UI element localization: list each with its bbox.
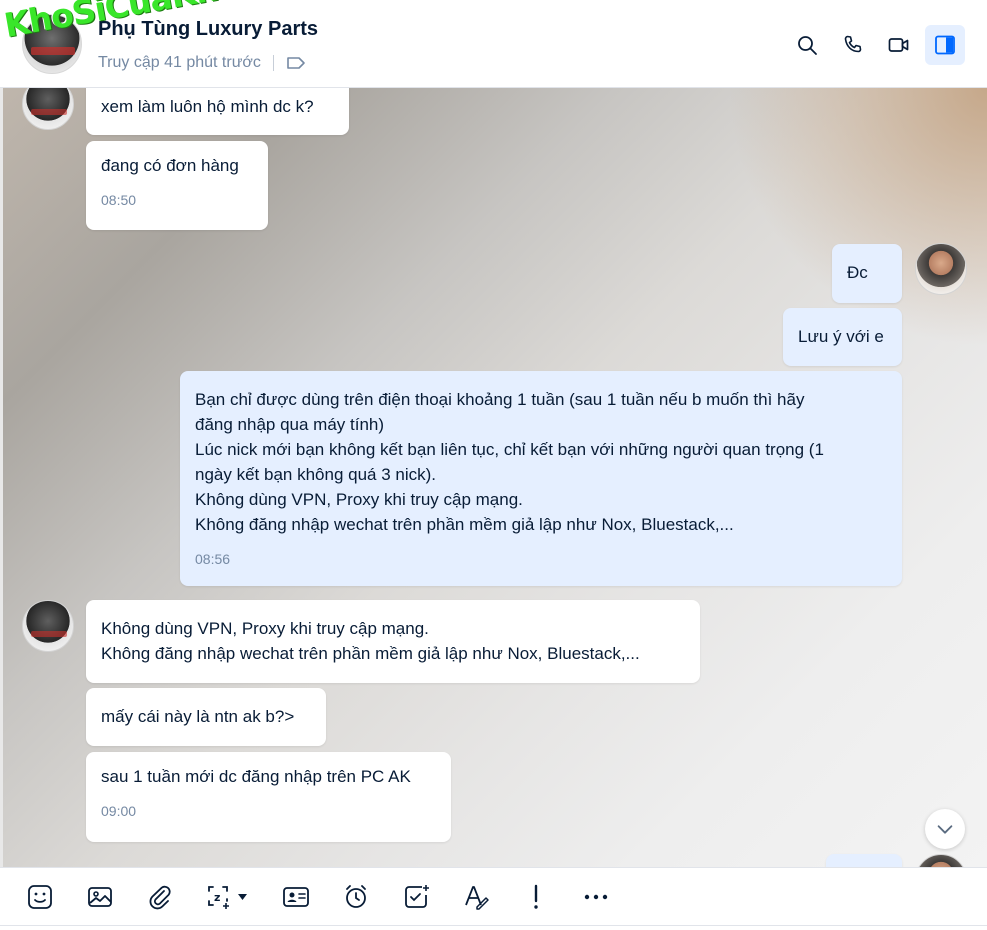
attachment-icon xyxy=(149,885,171,909)
message-bubble[interactable]: đang có đơn hàng 08:50 xyxy=(86,141,268,230)
message-line: Bạn chỉ được dùng trên điện thoại khoảng… xyxy=(195,390,805,409)
image-button[interactable] xyxy=(80,877,120,917)
message-line: Lúc nick mới bạn không kết bạn liên tục,… xyxy=(195,440,824,459)
scroll-to-bottom-button[interactable] xyxy=(925,809,965,849)
format-text-button[interactable] xyxy=(456,877,496,917)
composer-input-edge[interactable] xyxy=(0,925,987,930)
task-button[interactable] xyxy=(396,877,436,917)
message-line: Không dùng VPN, Proxy khi truy cập mạng. xyxy=(101,619,429,638)
screenshot-icon: z xyxy=(208,885,247,909)
header-actions xyxy=(787,25,965,65)
message-bubble[interactable]: xem làm luôn hộ mình dc k? xyxy=(86,88,349,135)
message-line: đăng nhập qua máy tính) xyxy=(195,415,385,434)
sticker-button[interactable] xyxy=(20,877,60,917)
attach-file-button[interactable] xyxy=(140,877,180,917)
contact-status-line: Truy cập 41 phút trước xyxy=(98,54,306,72)
my-avatar[interactable] xyxy=(915,854,967,867)
my-message-bubble[interactable]: Lưu ý với e xyxy=(783,308,902,366)
conversation-info-button[interactable] xyxy=(925,25,965,65)
more-icon xyxy=(584,894,608,899)
message-list[interactable]: xem làm luôn hộ mình dc k? đang có đơn h… xyxy=(0,88,987,867)
urgent-icon xyxy=(534,884,538,909)
message-bubble[interactable]: mấy cái này là ntn ak b?> xyxy=(86,688,326,746)
search-button[interactable] xyxy=(787,25,827,65)
last-seen-text: Truy cập 41 phút trước xyxy=(98,54,261,71)
video-call-button[interactable] xyxy=(879,25,919,65)
my-message-bubble[interactable]: Bạn chỉ được dùng trên điện thoại khoảng… xyxy=(180,371,902,586)
reminder-icon xyxy=(346,884,366,908)
format-text-icon xyxy=(465,885,489,910)
message-time: 08:50 xyxy=(101,192,137,208)
chevron-down-icon xyxy=(937,825,953,834)
svg-text:z: z xyxy=(214,891,220,904)
message-text: Lưu ý với e xyxy=(798,327,884,346)
my-avatar[interactable] xyxy=(915,243,967,295)
message-bubble[interactable]: Không dùng VPN, Proxy khi truy cập mạng.… xyxy=(86,600,700,683)
voice-call-button[interactable] xyxy=(833,25,873,65)
video-icon xyxy=(888,38,909,52)
contact-card-icon xyxy=(283,886,309,907)
sender-avatar[interactable] xyxy=(22,600,74,652)
message-text: Đc xyxy=(847,263,868,282)
message-text: mấy cái này là ntn ak b?> xyxy=(101,707,295,726)
screenshot-button[interactable]: z xyxy=(200,877,256,917)
chat-header: Phụ Tùng Luxury Parts Truy cập 41 phút t… xyxy=(0,0,987,88)
sticker-icon xyxy=(28,884,52,909)
urgent-button[interactable] xyxy=(516,877,556,917)
message-time: 09:00 xyxy=(101,803,137,819)
message-time: 08:56 xyxy=(195,551,231,567)
search-icon xyxy=(798,36,817,55)
sender-avatar[interactable] xyxy=(22,88,74,130)
task-icon xyxy=(405,884,429,908)
send-contact-button[interactable] xyxy=(276,877,316,917)
reminder-button[interactable] xyxy=(336,877,376,917)
sidebar-toggle-icon xyxy=(935,35,955,55)
divider xyxy=(272,55,274,71)
image-icon xyxy=(88,886,112,907)
phone-icon xyxy=(844,35,862,53)
message-line: Không dùng VPN, Proxy khi truy cập mạng. xyxy=(195,490,523,509)
message-text: xem làm luôn hộ mình dc k? xyxy=(101,97,314,116)
message-line: Không đăng nhập wechat trên phần mềm giả… xyxy=(101,644,640,663)
my-message-bubble[interactable] xyxy=(826,854,902,867)
message-line: ngày kết bạn không quá 3 nick). xyxy=(195,465,436,484)
more-options-button[interactable] xyxy=(576,877,616,917)
message-bubble[interactable]: sau 1 tuần mới dc đăng nhập trên PC AK 0… xyxy=(86,752,451,842)
message-text: đang có đơn hàng xyxy=(101,156,239,175)
label-tag-icon[interactable] xyxy=(286,55,306,71)
my-message-bubble[interactable]: Đc xyxy=(832,244,902,303)
message-line: Không đăng nhập wechat trên phần mềm giả… xyxy=(195,515,734,534)
message-text: sau 1 tuần mới dc đăng nhập trên PC AK xyxy=(101,767,411,786)
composer-toolbar: z xyxy=(0,867,987,925)
